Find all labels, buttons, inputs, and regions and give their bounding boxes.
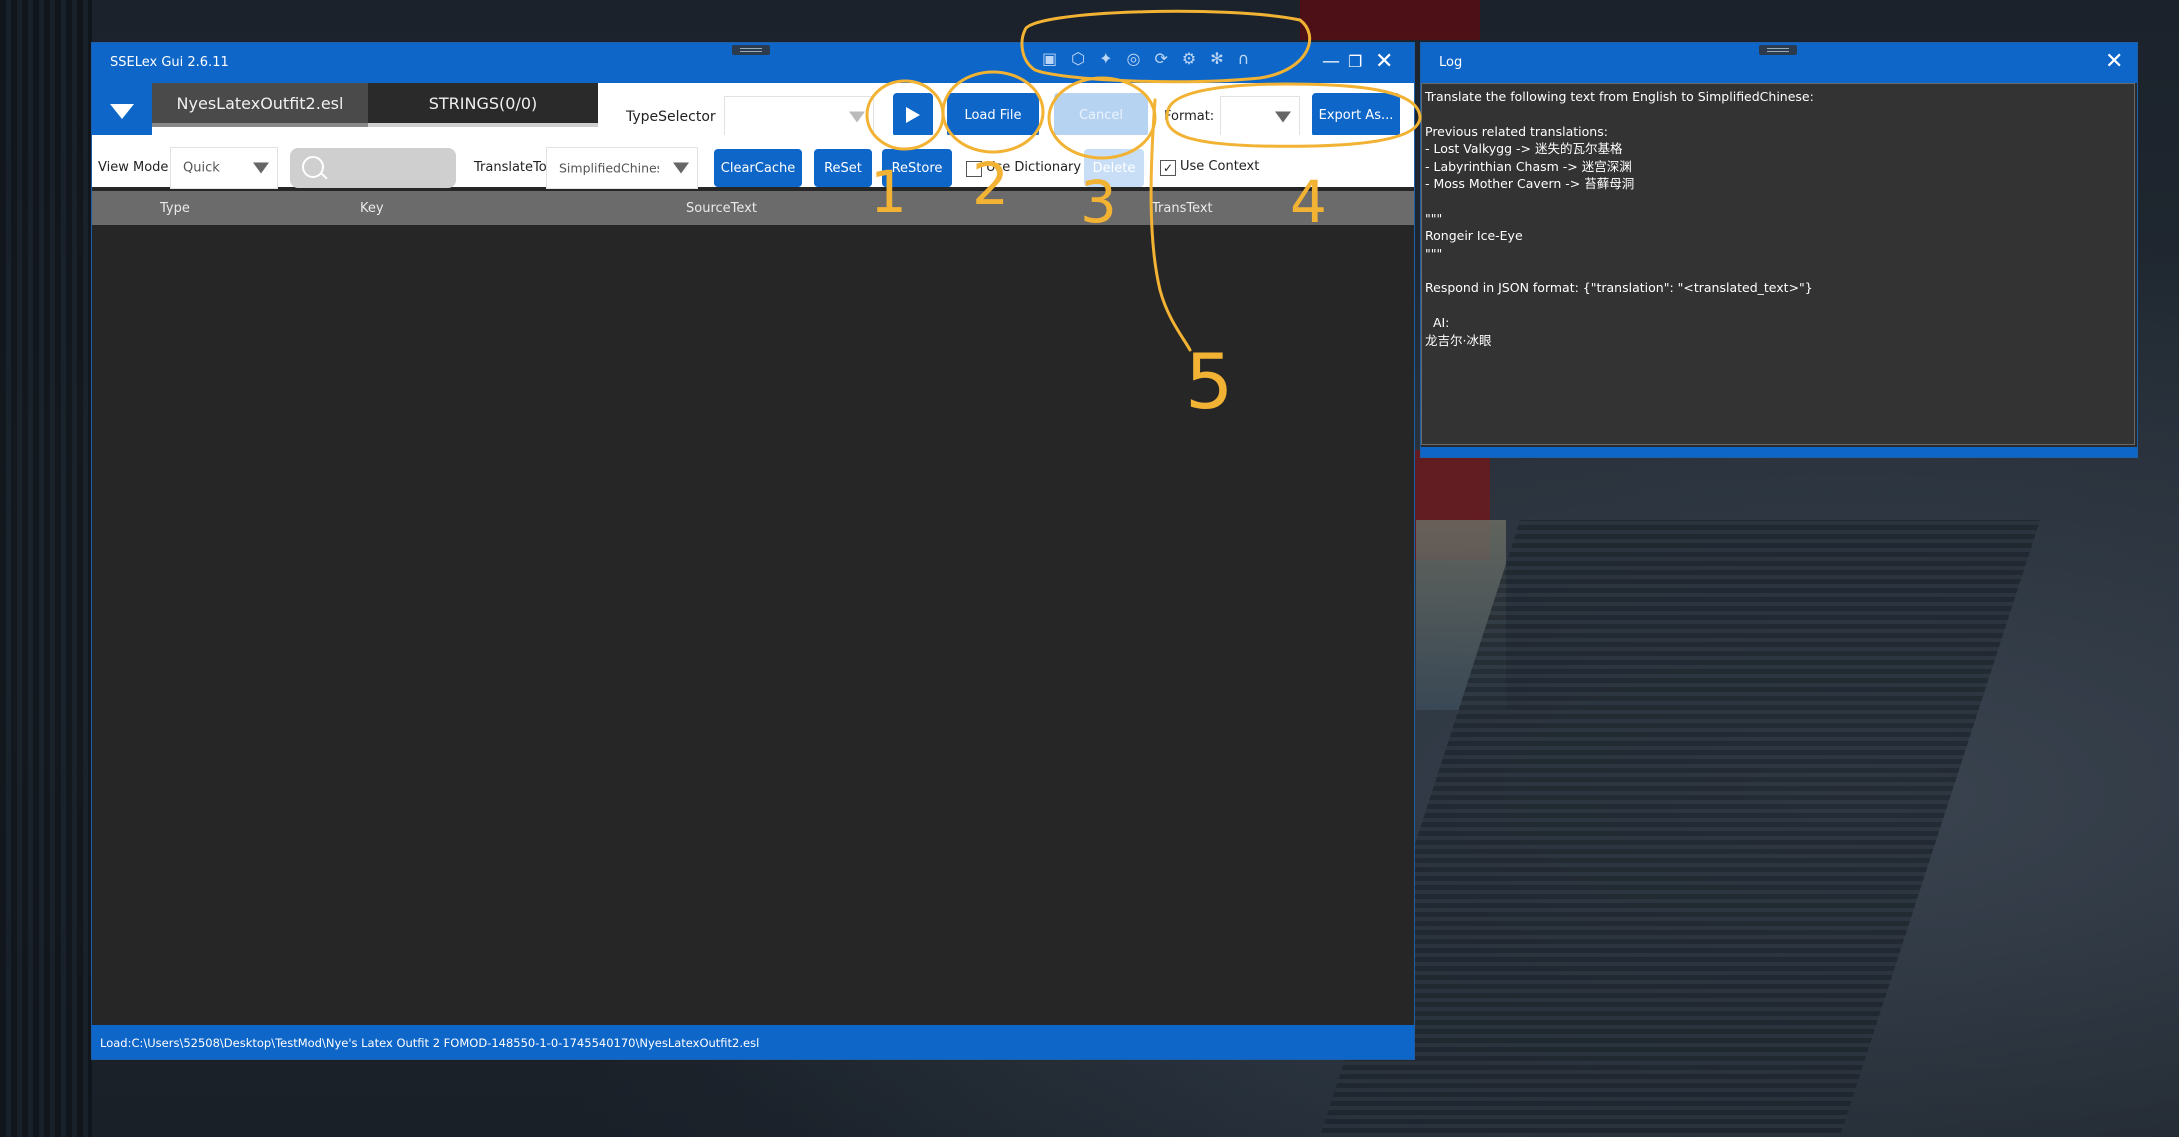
run-translate-button[interactable] — [893, 93, 933, 137]
log-line: Translate the following text from Englis… — [1425, 89, 1814, 104]
translate-to-value: SimplifiedChinese — [559, 160, 659, 176]
window-title: SSELex Gui 2.6.11 — [110, 55, 229, 70]
gear-tray-icon[interactable]: ⚙ — [1182, 49, 1196, 68]
log-line: Respond in JSON format: {"translation": … — [1425, 280, 1813, 296]
view-mode-value: Quick — [183, 160, 220, 176]
shield-tray-icon[interactable]: ⬡ — [1071, 49, 1085, 68]
main-window: SSELex Gui 2.6.11 ▣ ⬡ ✦ ◎ ⟳ ⚙ ✻ ∩ — ❐ ✕ … — [92, 43, 1414, 1059]
background-neon-sign — [1300, 0, 1480, 40]
log-line: """ — [1425, 245, 1443, 261]
log-text-area[interactable]: Translate the following text from Englis… — [1421, 83, 2135, 445]
translation-grid[interactable] — [92, 225, 1414, 1025]
clear-cache-label: ClearCache — [720, 160, 796, 176]
minimize-icon[interactable]: — — [1322, 51, 1340, 72]
delete-button[interactable]: Delete — [1084, 149, 1144, 187]
view-mode-label: View Mode — [98, 160, 169, 175]
drag-handle-icon[interactable] — [1759, 45, 1797, 55]
globe-tray-icon[interactable]: ◎ — [1127, 49, 1141, 68]
tab-indicator — [368, 123, 598, 127]
log-line: - Labyrinthian Chasm -> 迷宫深渊 — [1425, 158, 1632, 174]
app-tray-icon[interactable]: ▣ — [1042, 49, 1057, 68]
chevron-down-icon — [253, 162, 269, 174]
nvidia-tray-icon[interactable]: ∩ — [1238, 49, 1250, 68]
log-line: AI: — [1425, 315, 1450, 331]
type-selector-label: TypeSelector — [626, 109, 716, 125]
restore-label: ReStore — [891, 160, 943, 176]
grid-header: Type Key SourceText TransText — [92, 191, 1414, 225]
view-mode-dropdown[interactable]: Quick — [170, 147, 278, 189]
sparkle-tray-icon[interactable]: ✦ — [1099, 49, 1112, 68]
chevron-down-icon — [849, 111, 865, 123]
close-icon[interactable]: ✕ — [2105, 49, 2123, 74]
translate-to-dropdown[interactable]: SimplifiedChinese — [546, 147, 698, 189]
export-label: Export As... — [1318, 107, 1394, 123]
reset-label: ReSet — [824, 160, 862, 176]
status-text: Load:C:\Users\52508\Desktop\TestMod\Nye'… — [100, 1036, 760, 1050]
use-context-checkbox[interactable]: ✓ — [1160, 160, 1176, 176]
chevron-down-icon — [673, 162, 689, 174]
main-titlebar[interactable]: SSELex Gui 2.6.11 ▣ ⬡ ✦ ◎ ⟳ ⚙ ✻ ∩ — ❐ ✕ — [92, 43, 1414, 83]
column-header-source[interactable]: SourceText — [686, 201, 757, 216]
log-line: 龙吉尔·冰眼 — [1425, 332, 1492, 348]
use-dictionary-label: Use Dictionary — [986, 160, 1082, 175]
log-line: Rongeir Ice-Eye — [1425, 228, 1523, 244]
search-input[interactable] — [290, 148, 456, 188]
menu-dropdown-button[interactable] — [92, 83, 152, 141]
delete-label: Delete — [1092, 160, 1136, 176]
log-window: Log ✕ Translate the following text from … — [1421, 43, 2137, 457]
close-icon[interactable]: ✕ — [1375, 49, 1393, 74]
log-line: """ — [1425, 210, 1443, 226]
play-icon — [906, 107, 920, 123]
translate-to-label: TranslateTo — [474, 160, 547, 175]
column-header-type[interactable]: Type — [160, 201, 190, 216]
tab-indicator — [152, 123, 368, 127]
tab-strings[interactable]: STRINGS(0/0) — [368, 83, 598, 123]
format-label: Format: — [1164, 109, 1215, 124]
log-line: - Lost Valkygg -> 迷失的瓦尔基格 — [1425, 141, 1623, 157]
log-title: Log — [1439, 55, 1463, 70]
chevron-down-icon — [1275, 111, 1291, 123]
type-selector-dropdown[interactable] — [724, 96, 874, 138]
cancel-label: Cancel — [1078, 107, 1124, 123]
column-header-key[interactable]: Key — [360, 201, 384, 216]
clear-cache-button[interactable]: ClearCache — [714, 149, 802, 187]
use-dictionary-checkbox[interactable] — [966, 161, 982, 177]
tab-label: NyesLatexOutfit2.esl — [176, 93, 344, 113]
system-tray-icons: ▣ ⬡ ✦ ◎ ⟳ ⚙ ✻ ∩ — [1042, 49, 1249, 68]
log-line: Previous related translations: — [1425, 123, 1608, 139]
column-header-trans[interactable]: TransText — [1152, 201, 1213, 216]
status-bar: Load:C:\Users\52508\Desktop\TestMod\Nye'… — [92, 1025, 1414, 1059]
load-file-label: Load File — [964, 107, 1022, 123]
search-icon — [302, 156, 324, 178]
restore-button[interactable]: ReStore — [882, 149, 952, 187]
background-building — [0, 0, 92, 1137]
log-footer — [1421, 447, 2137, 457]
load-file-button[interactable]: Load File — [947, 93, 1039, 137]
log-titlebar[interactable]: Log ✕ — [1421, 43, 2137, 83]
restore-icon[interactable]: ❐ — [1348, 52, 1362, 71]
format-dropdown[interactable] — [1220, 96, 1300, 138]
export-as-button[interactable]: Export As... — [1312, 93, 1400, 137]
drag-handle-icon[interactable] — [732, 45, 770, 55]
reset-button[interactable]: ReSet — [814, 149, 872, 187]
tab-esl-file[interactable]: NyesLatexOutfit2.esl — [152, 83, 368, 123]
network-tray-icon[interactable]: ⟳ — [1154, 49, 1167, 68]
triangle-down-icon — [110, 104, 134, 119]
tab-label: STRINGS(0/0) — [428, 93, 538, 113]
paw-tray-icon[interactable]: ✻ — [1210, 49, 1223, 68]
log-line: - Moss Mother Cavern -> 苔藓母洞 — [1425, 176, 1635, 192]
cancel-button[interactable]: Cancel — [1054, 93, 1148, 137]
use-context-label: Use Context — [1180, 159, 1260, 174]
